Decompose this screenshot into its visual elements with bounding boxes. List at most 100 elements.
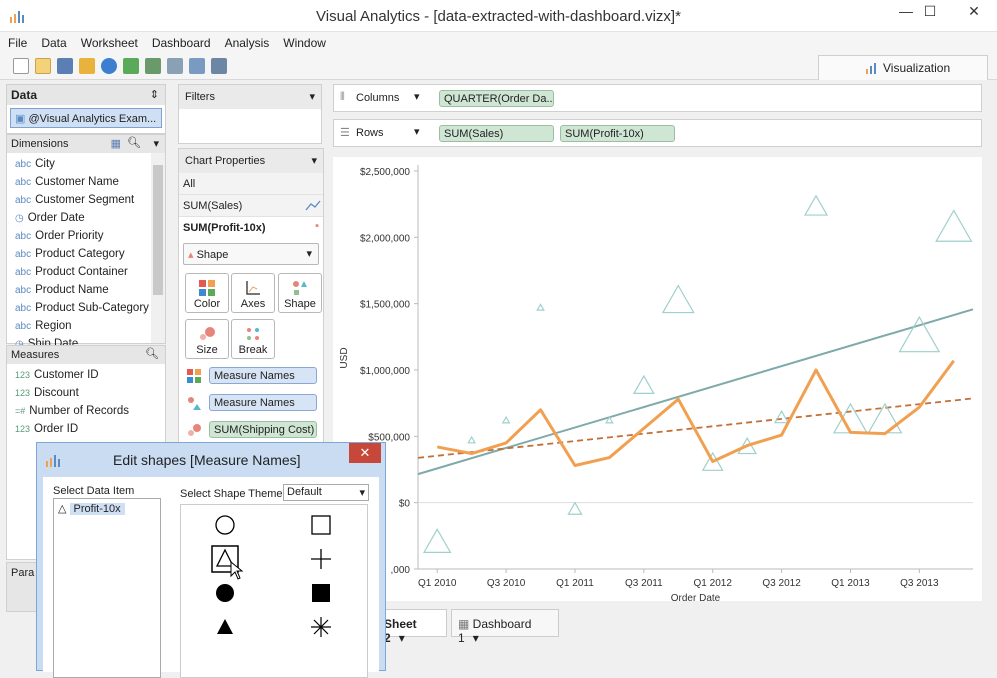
shape-label: Shape [284, 298, 316, 310]
add-row-icon[interactable] [123, 58, 139, 74]
sheet-tabs: Sheet 2 ▾ ▦ Dashboard 1 ▾ [333, 607, 982, 645]
dimension-item-label: Order Priority [35, 230, 104, 242]
pointer-icon[interactable] [79, 58, 95, 74]
shape-icon [293, 281, 307, 295]
chevron-down-icon[interactable]: ▾ [414, 90, 420, 103]
chevron-down-icon[interactable]: ▾ [473, 631, 479, 645]
tab-sum-profit-label: SUM(Profit-10x) [183, 222, 266, 234]
measure-item[interactable]: 123 Discount [7, 384, 165, 402]
search-icon[interactable]: 🔍︎ [127, 136, 141, 149]
dimension-item[interactable]: abc Customer Segment [7, 191, 165, 209]
dashboard-icon[interactable] [211, 58, 227, 74]
dimension-item[interactable]: abc Region [7, 317, 165, 335]
encoding-color-pill[interactable]: Measure Names [209, 367, 317, 384]
data-item-profit[interactable]: △ Profit-10x [56, 501, 158, 517]
axes-button[interactable]: Axes [231, 273, 275, 313]
dimension-item[interactable]: abc Product Sub-Category [7, 299, 165, 317]
mark-type-dropdown[interactable]: ▴ Shape ▾ [183, 243, 319, 265]
color-button[interactable]: Color [185, 273, 229, 313]
profit-triangle-mark [773, 409, 790, 424]
tab-all[interactable]: All [179, 173, 323, 195]
profit-triangle-mark [935, 209, 973, 242]
dimension-item[interactable]: ◷ Order Date [7, 209, 165, 227]
dimension-item[interactable]: abc Customer Name [7, 173, 165, 191]
x-tick-label: Q1 2013 [831, 578, 870, 589]
y-tick-label: $1,000,000 [360, 366, 410, 377]
menu-dashboard[interactable]: Dashboard [144, 32, 217, 50]
data-source-item[interactable]: ▣ @Visual Analytics Exam... [10, 108, 162, 128]
rows-pill-profit[interactable]: SUM(Profit-10x) [560, 125, 675, 142]
size-button[interactable]: Size [185, 319, 229, 359]
save-icon[interactable] [57, 58, 73, 74]
maximize-button[interactable]: ☐ [908, 0, 952, 24]
chevron-down-icon[interactable]: ▾ [414, 125, 420, 138]
tab-sum-sales[interactable]: SUM(Sales) [179, 195, 323, 217]
x-tick-label: Q3 2013 [900, 578, 939, 589]
measure-item-label: Discount [34, 387, 79, 399]
menu-file[interactable]: File [0, 32, 33, 50]
measure-item[interactable]: 123 Order ID [7, 420, 165, 438]
dialog-titlebar: Edit shapes [Measure Names] ✕ [37, 443, 385, 477]
table-view-icon[interactable]: ▦ [111, 137, 121, 150]
x-axis-label: Order Date [671, 593, 721, 601]
chevron-down-icon[interactable]: ▾ [309, 90, 315, 103]
collapse-icon[interactable]: ⇕ [150, 88, 159, 101]
plus-shape-icon[interactable] [307, 545, 335, 573]
chevron-down-icon[interactable]: ▾ [153, 137, 159, 150]
dimension-item[interactable]: abc City [7, 155, 165, 173]
dimension-item[interactable]: abc Product Container [7, 263, 165, 281]
measure-item[interactable]: =# Number of Records [7, 402, 165, 420]
selection-icon[interactable] [189, 58, 205, 74]
dialog-close-button[interactable]: ✕ [349, 443, 381, 463]
abc-type-icon: abc [15, 231, 32, 242]
dimensions-scrollbar[interactable] [151, 153, 165, 343]
chart-area[interactable]: $2,500,000 $2,000,000 $1,500,000 $1,000,000… [333, 157, 982, 604]
dialog-title: Edit shapes [Measure Names] [113, 452, 301, 468]
close-button[interactable]: ✕ [952, 0, 996, 24]
dimension-item[interactable]: abc Order Priority [7, 227, 165, 245]
theme-select[interactable]: Default ▾ [283, 484, 369, 501]
shape-icon: ▴ [188, 249, 197, 261]
menu-data[interactable]: Data [33, 32, 72, 50]
x-tick-label: Q3 2012 [762, 578, 801, 589]
menu-analysis[interactable]: Analysis [217, 32, 276, 50]
square-shape-icon[interactable] [307, 511, 335, 539]
add-column-icon[interactable] [145, 58, 161, 74]
filled-square-shape-icon[interactable] [307, 579, 335, 607]
new-icon[interactable] [13, 58, 29, 74]
profit-triangle-mark [803, 194, 829, 216]
chevron-down-icon[interactable]: ▾ [399, 631, 405, 645]
chevron-down-icon[interactable]: ▾ [311, 154, 317, 167]
open-icon[interactable] [35, 58, 51, 74]
menu-worksheet[interactable]: Worksheet [73, 32, 144, 50]
abc-type-icon: abc [15, 321, 32, 332]
filled-triangle-shape-icon[interactable] [211, 613, 239, 641]
refresh-icon[interactable] [101, 58, 117, 74]
columns-pill[interactable]: QUARTER(Order Da... [439, 90, 554, 107]
dimension-item-label: Product Container [35, 266, 128, 278]
x-tick-label: Q1 2011 [556, 578, 594, 589]
filled-circle-shape-icon[interactable] [211, 579, 239, 607]
dimension-item[interactable]: abc Product Category [7, 245, 165, 263]
menu-window[interactable]: Window [275, 32, 332, 50]
profit-triangle-mark [832, 402, 869, 434]
shape-button[interactable]: Shape [278, 273, 322, 313]
rows-pill-sales[interactable]: SUM(Sales) [439, 125, 554, 142]
asterisk-shape-icon[interactable] [307, 613, 335, 641]
y-tick-label: ,000 [391, 565, 411, 576]
encoding-size-pill[interactable]: SUM(Shipping Cost) [209, 421, 317, 438]
tab-sum-profit[interactable]: SUM(Profit-10x) ▪ [179, 217, 323, 239]
circle-shape-icon[interactable] [211, 511, 239, 539]
dimension-item[interactable]: abc Product Name [7, 281, 165, 299]
encoding-shape-pill[interactable]: Measure Names [209, 394, 317, 411]
bar-chart-icon[interactable] [167, 58, 183, 74]
filters-title: Filters [185, 91, 215, 103]
select-item-label: Select Data Item [53, 485, 135, 497]
search-icon[interactable]: 🔍︎ [145, 347, 159, 360]
break-button[interactable]: Break [231, 319, 275, 359]
tab-visualization[interactable]: Visualization [818, 55, 988, 80]
tab-visualization-label: Visualization [883, 61, 951, 75]
measure-item[interactable]: 123 Customer ID [7, 366, 165, 384]
data-item-profit-label: Profit-10x [69, 503, 125, 515]
tab-dashboard-1[interactable]: ▦ Dashboard 1 ▾ [451, 609, 559, 645]
